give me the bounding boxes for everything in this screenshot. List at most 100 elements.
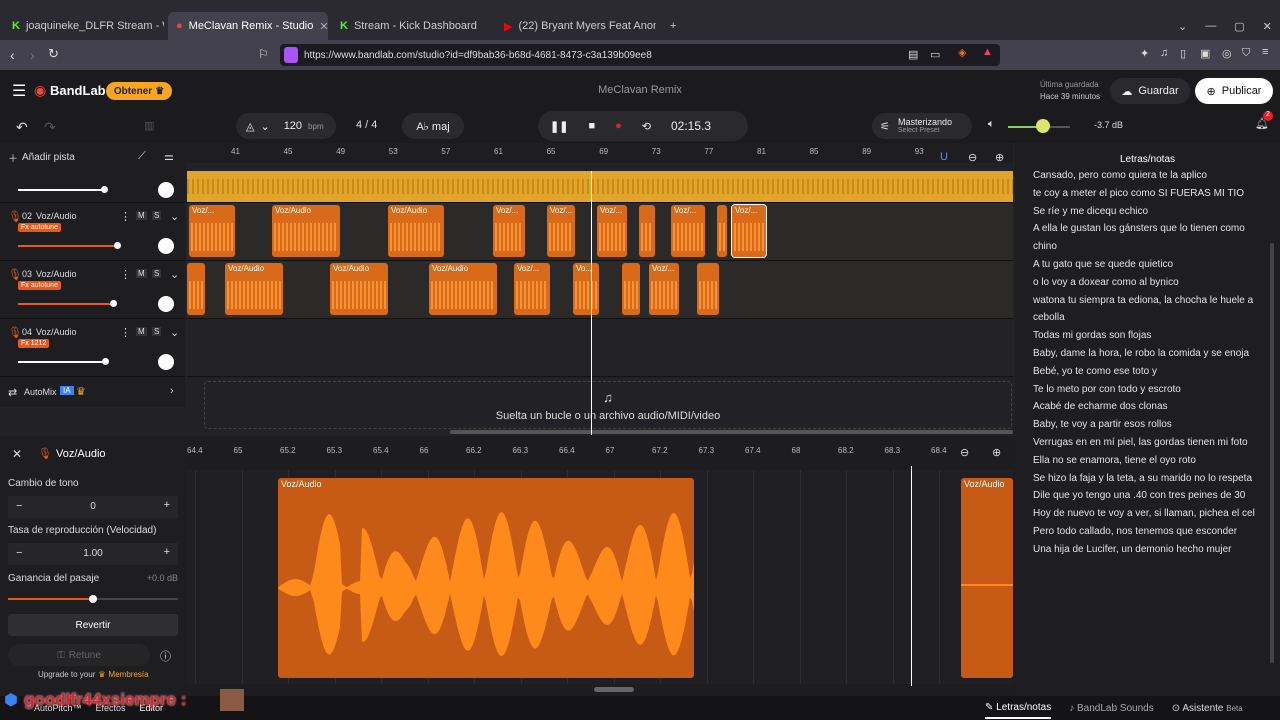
undo-icon[interactable]: ↶	[16, 119, 28, 136]
fx-badge[interactable]: Fx autotune	[18, 223, 61, 232]
lyric-line[interactable]: Cansado, pero como quiera te la aplico	[1033, 167, 1268, 185]
lyric-line[interactable]: watona tu siempra ta ediona, la chocha l…	[1033, 292, 1268, 328]
tab-lyrics[interactable]: ✎ Letras/notas	[985, 698, 1052, 719]
pitch-value[interactable]: 0	[8, 501, 178, 512]
lyric-line[interactable]: Hoy de nuevo te voy a ver, si llaman, pi…	[1033, 505, 1268, 523]
pan-knob[interactable]	[158, 296, 174, 312]
vpn-icon[interactable]: ◎	[1222, 47, 1232, 60]
grid-icon[interactable]: ▥	[144, 119, 154, 132]
revert-button[interactable]: Revertir	[8, 614, 178, 636]
audio-clip[interactable]: Vo...	[573, 263, 599, 315]
lyric-line[interactable]: te coy a meter el pico como SI FUERAS MI…	[1033, 185, 1268, 203]
gain-slider-track[interactable]	[93, 598, 178, 600]
track-header-04[interactable]: 🎙︎ 04 Voz/Audio ⋮ M S ⌄ Fx 1212	[0, 319, 185, 377]
volume-handle[interactable]	[102, 358, 109, 365]
fx-badge[interactable]: Fx autotune	[18, 281, 61, 290]
volume-handle[interactable]	[110, 300, 117, 307]
editor-ruler[interactable]: 64.4 65 65.2 65.3 65.4 66 66.2 66.3 66.4 67 67.2 67…	[187, 440, 947, 466]
audio-clip[interactable]: Voz/...	[514, 263, 550, 315]
mute-button[interactable]: M	[136, 269, 147, 278]
magnet-icon[interactable]: U	[940, 151, 948, 163]
membership-link[interactable]: Membresía	[109, 670, 149, 679]
volume-slider[interactable]	[18, 189, 104, 191]
lyric-line[interactable]: Se ríe y me dicequ echico	[1033, 203, 1268, 221]
wallet-icon[interactable]: ▣	[1200, 47, 1210, 60]
pause-icon[interactable]: ❚❚	[550, 120, 568, 133]
audio-clip[interactable]	[622, 263, 640, 315]
menu-icon[interactable]: ≡	[1262, 46, 1268, 58]
cast-icon[interactable]: ▭	[930, 48, 940, 61]
audio-clip[interactable]: Voz/Audio	[330, 263, 388, 315]
lyrics-text[interactable]: Cansado, pero como quiera te la aplico te…	[1015, 167, 1280, 697]
site-info-icon[interactable]	[284, 47, 298, 63]
audio-clip[interactable]	[697, 263, 719, 315]
lyric-line[interactable]: Una hija de Lucifer, un demonio hecho mu…	[1033, 541, 1268, 559]
master-volume-knob[interactable]	[1036, 119, 1050, 133]
audio-clip[interactable]: Voz/Audio	[272, 205, 340, 257]
browser-tab-2[interactable]: ● MeClavan Remix - Studio ✕	[168, 12, 328, 40]
tempo-value[interactable]: 120	[284, 120, 302, 132]
editor-playhead[interactable]	[911, 466, 912, 686]
close-window-icon[interactable]: ✕	[1263, 20, 1272, 33]
volume-slider[interactable]	[18, 361, 106, 363]
lyric-line[interactable]: Baby, dame la hora, le robo la comida y …	[1033, 345, 1268, 363]
editor-scrollbar[interactable]	[594, 687, 634, 692]
lyric-line[interactable]: A ella le gustan los gánsters que lo tie…	[1033, 220, 1268, 256]
track-header-03[interactable]: 🎙︎ 03 Voz/Audio ⋮ M S ⌄ Fx autotune	[0, 261, 185, 319]
track-lane-02[interactable]: Voz/... Voz/Audio Voz/Audio Voz/... Voz/... V…	[187, 203, 1013, 261]
rate-stepper[interactable]: − 1.00 +	[8, 543, 178, 565]
solo-button[interactable]: S	[152, 327, 162, 336]
loop-icon[interactable]: ⟲	[642, 120, 651, 133]
pan-knob[interactable]	[158, 238, 174, 254]
pitch-stepper[interactable]: − 0 +	[8, 496, 178, 518]
lyric-line[interactable]: Bebé, yo te como ese toto y	[1033, 363, 1268, 381]
mastering-button[interactable]: ⚟ Masterizando Select Preset	[872, 113, 972, 139]
maximize-icon[interactable]: ▢	[1234, 20, 1244, 33]
lyric-line[interactable]: o lo voy a doxear como al bynico	[1033, 274, 1268, 292]
zoom-in-icon[interactable]: ⊕	[992, 446, 1001, 459]
chevron-down-icon[interactable]: ⌄	[170, 268, 179, 281]
lyric-line[interactable]: Te lo meto por con todo y escroto	[1033, 381, 1268, 399]
lyric-line[interactable]: Ella no se enamora, tiene el oyo roto	[1033, 452, 1268, 470]
audio-clip[interactable]: Voz/...	[597, 205, 627, 257]
gain-handle[interactable]	[89, 595, 97, 603]
audio-clip[interactable]: Voz/...	[547, 205, 575, 257]
fx-badge[interactable]: Fx 1212	[18, 339, 50, 348]
sidebar-icon[interactable]: ▯	[1180, 47, 1186, 60]
track-lane-03[interactable]: Voz/Audio Voz/Audio Voz/Audio Voz/... Vo... V…	[187, 261, 1013, 319]
rewards-icon[interactable]: ▲	[982, 46, 993, 58]
drop-zone[interactable]: ♫ Suelta un bucle o un archivo audio/MID…	[204, 381, 1012, 429]
record-icon[interactable]: ●	[615, 120, 622, 132]
metronome-icon[interactable]: ◬	[246, 120, 254, 133]
lyric-line[interactable]: Acabé de echarme dos clonas	[1033, 398, 1268, 416]
lyric-line[interactable]: Baby, te voy a partir esos rollos	[1033, 416, 1268, 434]
zoom-in-icon[interactable]: ⊕	[995, 151, 1004, 164]
automix-row[interactable]: ⇄ AutoMix IA ♛ ›	[0, 377, 185, 407]
reload-icon[interactable]: ↻	[48, 46, 59, 62]
chevron-down-icon[interactable]: ⌄	[170, 326, 179, 339]
audio-clip[interactable]: Voz/Audio	[225, 263, 283, 315]
speaker-icon[interactable]: 🔈︎	[988, 118, 995, 131]
chevron-down-icon[interactable]: ⌄	[170, 210, 179, 223]
editor-clip[interactable]: Voz/Audio	[278, 478, 694, 678]
lyric-line[interactable]: Todas mi gordas son flojas	[1033, 327, 1268, 345]
chevron-right-icon[interactable]: ›	[170, 385, 174, 397]
publish-button[interactable]: ⊕ Publicar	[1195, 78, 1273, 104]
audio-clip[interactable]: Voz/...	[731, 204, 767, 258]
audio-clip[interactable]: Voz/Audio	[429, 263, 497, 315]
add-track-button[interactable]: ＋ Añadir pista	[8, 149, 75, 165]
time-signature[interactable]: 4 / 4	[356, 119, 377, 131]
close-icon[interactable]: ✕	[12, 447, 22, 461]
extensions-icon[interactable]: ✦	[1140, 47, 1149, 60]
audio-clip[interactable]: Voz/Audio	[388, 205, 444, 257]
plus-icon[interactable]: +	[164, 499, 170, 511]
lyric-line[interactable]: Se hizo la faja y la teta, a su marido n…	[1033, 470, 1268, 488]
audio-clip[interactable]	[187, 263, 205, 315]
tab-assistant[interactable]: ⊙ Asistente Beta	[1172, 703, 1243, 714]
forward-icon[interactable]: ›	[30, 47, 35, 63]
save-button[interactable]: ☁ Guardar	[1110, 78, 1190, 104]
browser-tab-1[interactable]: K joaquineke_DLFR Stream - Watch Li...	[4, 12, 164, 40]
solo-button[interactable]: S	[152, 269, 162, 278]
audio-clip[interactable]	[639, 205, 655, 257]
minimize-icon[interactable]: —	[1205, 20, 1216, 32]
